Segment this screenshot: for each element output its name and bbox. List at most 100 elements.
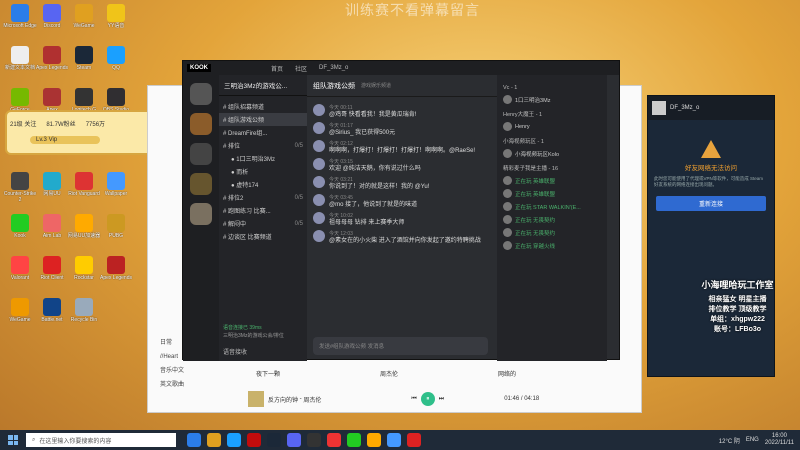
desktop-icon[interactable]: Battle.net [34, 298, 70, 323]
avatar [652, 101, 666, 115]
desktop-icon[interactable]: Riot Vanguard [66, 172, 102, 197]
avatar [313, 212, 325, 224]
desktop-icon[interactable]: 新建文本文档 [2, 46, 38, 71]
member-item[interactable]: 1口三明治3Mz [503, 93, 601, 106]
music-nav-item[interactable]: 音乐中文 [160, 364, 184, 378]
taskbar-app-icon[interactable] [267, 433, 281, 447]
desktop-icon[interactable]: 网易UU加速器 [66, 214, 102, 239]
channel-item[interactable]: # 组队游戏公频 [219, 113, 307, 126]
desktop-icon-label: Wallpaper [104, 191, 128, 197]
taskbar-app-icon[interactable] [347, 433, 361, 447]
music-nav-item[interactable]: //Heart [160, 350, 184, 364]
member-item[interactable]: Henry [503, 120, 601, 133]
overlay-studio: 小海哩哈玩工作室 [701, 280, 774, 290]
desktop-icon[interactable]: Recycle Bin [66, 298, 102, 323]
member-item[interactable]: 正在玩 英雄联盟 [503, 174, 601, 187]
next-icon[interactable]: ⏭ [439, 396, 444, 403]
tab-community[interactable]: 社区 [295, 64, 307, 73]
app-icon [107, 214, 125, 232]
taskbar-app-icon[interactable] [227, 433, 241, 447]
member-item[interactable]: 正在玩 无畏契约 [503, 226, 601, 239]
channel-item[interactable]: # 排位2 0/5 [219, 191, 307, 204]
search-input[interactable]: ⌕ 在这里输入你要搜索的内容 [26, 433, 176, 447]
taskbar-app-icon[interactable] [407, 433, 421, 447]
server-name[interactable]: 三明治3Mz的游戏公... [219, 75, 307, 96]
reconnect-button[interactable]: 重新连接 [656, 196, 766, 211]
channel-item[interactable]: # 跑图练习 比赛... [219, 204, 307, 217]
taskbar-app-icon[interactable] [387, 433, 401, 447]
taskbar-app-icon[interactable] [307, 433, 321, 447]
channel-item[interactable]: ● 而析 [219, 165, 307, 178]
channel-item[interactable]: ● 虚特174 [219, 178, 307, 191]
app-icon [43, 214, 61, 232]
desktop-icon[interactable]: PUBG [98, 214, 134, 239]
desktop-icon[interactable]: Aim Lab [34, 214, 70, 239]
message-input[interactable]: 发送#组队游戏公频 发消息 [313, 337, 488, 355]
app-icon [43, 172, 61, 190]
member-item[interactable]: 正在玩 英雄联盟 [503, 187, 601, 200]
desktop-icon[interactable]: Wallpaper [98, 172, 134, 197]
play-button[interactable]: ⏸ [420, 392, 435, 406]
desktop-icon[interactable]: Discord [34, 4, 70, 29]
member-item[interactable]: 小海视频玩区Kolo [503, 147, 601, 160]
member-group-title: Henry大魔王 - 1 [503, 112, 543, 118]
desktop-icon-label: PUBG [108, 233, 124, 239]
server-icon[interactable] [190, 203, 212, 225]
tab-home[interactable]: 首页 [271, 64, 283, 73]
server-icon[interactable] [190, 173, 212, 195]
channel-item[interactable]: # 排位 0/5 [219, 139, 307, 152]
desktop-icon[interactable]: Apex Legends [34, 46, 70, 71]
chat-area: 组队游戏公频 游戏娱乐频道 今天 00:11 @鸡哥 快看看我！我是黄瓜瑞肯! 今天… [307, 75, 497, 361]
desktop-icon-label: 网易UU [43, 191, 61, 197]
desktop-icon[interactable]: QQ [98, 46, 134, 71]
desktop-icon[interactable]: Microsoft Edge [2, 4, 38, 29]
app-icon [11, 46, 29, 64]
chat-message: 今天 03:21 你说到了！对的就是这样！我的 @Yu! [313, 176, 491, 191]
desktop-icon[interactable]: WeGame [2, 298, 38, 323]
desktop-icon[interactable]: Rockstar [66, 256, 102, 281]
server-icon[interactable] [190, 113, 212, 135]
desktop-icon-label: Apex Legends [36, 65, 68, 71]
desktop-icon[interactable]: Counter-Strike 2 [2, 172, 38, 203]
music-tab[interactable]: 周杰伦 [380, 369, 398, 378]
desktop-icon[interactable]: Riot Client [34, 256, 70, 281]
member-item[interactable]: 正在玩 STAR WALKIN'(E... [503, 200, 601, 213]
desktop-icon[interactable]: Apex Legends [98, 256, 134, 281]
desktop-icon[interactable]: 网易UU [34, 172, 70, 197]
start-icon[interactable] [8, 435, 18, 445]
language[interactable]: ENG [746, 437, 759, 443]
server-icon[interactable] [190, 143, 212, 165]
taskbar-app-icon[interactable] [287, 433, 301, 447]
taskbar-app-icon[interactable] [247, 433, 261, 447]
weather[interactable]: 12°C 阴 [719, 436, 740, 445]
channel-item[interactable]: # 组队招募频道 [219, 100, 307, 113]
channel-item[interactable]: # DreamFire组... [219, 126, 307, 139]
music-nav-item[interactable]: 日常 [160, 336, 184, 350]
taskbar-app-icon[interactable] [367, 433, 381, 447]
taskbar-app-icon[interactable] [207, 433, 221, 447]
prev-icon[interactable]: ⏮ [411, 396, 416, 403]
member-item[interactable]: 正在玩 穿越火线 [503, 239, 601, 252]
tab-user[interactable]: DF_3Mz_o [319, 65, 348, 71]
song-time: 01:46 / 04:18 [504, 396, 540, 402]
channel-item[interactable]: ● 1口三明治3Mz [219, 152, 307, 165]
app-icon [75, 88, 93, 106]
music-tab[interactable]: 网络的 [498, 369, 516, 378]
taskbar-app-icon[interactable] [187, 433, 201, 447]
chat-message: 今天 02:12 啊啊啊，打爆打！打爆打！打爆打！啊啊啊。@RaeSe! [313, 140, 491, 155]
member-item[interactable]: 正在玩 无畏契约 [503, 213, 601, 226]
server-icon[interactable] [190, 83, 212, 105]
channel-item[interactable]: # 边谈区 比赛频道 [219, 230, 307, 243]
channel-item[interactable]: # 解闷中 0/5 [219, 217, 307, 230]
desktop-icon[interactable]: WeGame [66, 4, 102, 29]
music-nav-item[interactable]: 英文歌曲 [160, 378, 184, 392]
desktop-icon[interactable]: Kook [2, 214, 38, 239]
member-list: Vc - 1 1口三明治3Mz Henry大魔王 - 1 Henry 小海视频玩… [497, 75, 607, 361]
desktop-icon[interactable]: Valorant [2, 256, 38, 281]
desktop-icon[interactable]: Steam [66, 46, 102, 71]
message-time: 今天 00:11 [329, 105, 353, 111]
desktop-icon[interactable]: YY语音 [98, 4, 134, 29]
taskbar-app-icon[interactable] [327, 433, 341, 447]
voice-status: 语音连接已 39ms [223, 325, 262, 331]
music-playlist-title: 夜下一颗 [256, 371, 281, 378]
